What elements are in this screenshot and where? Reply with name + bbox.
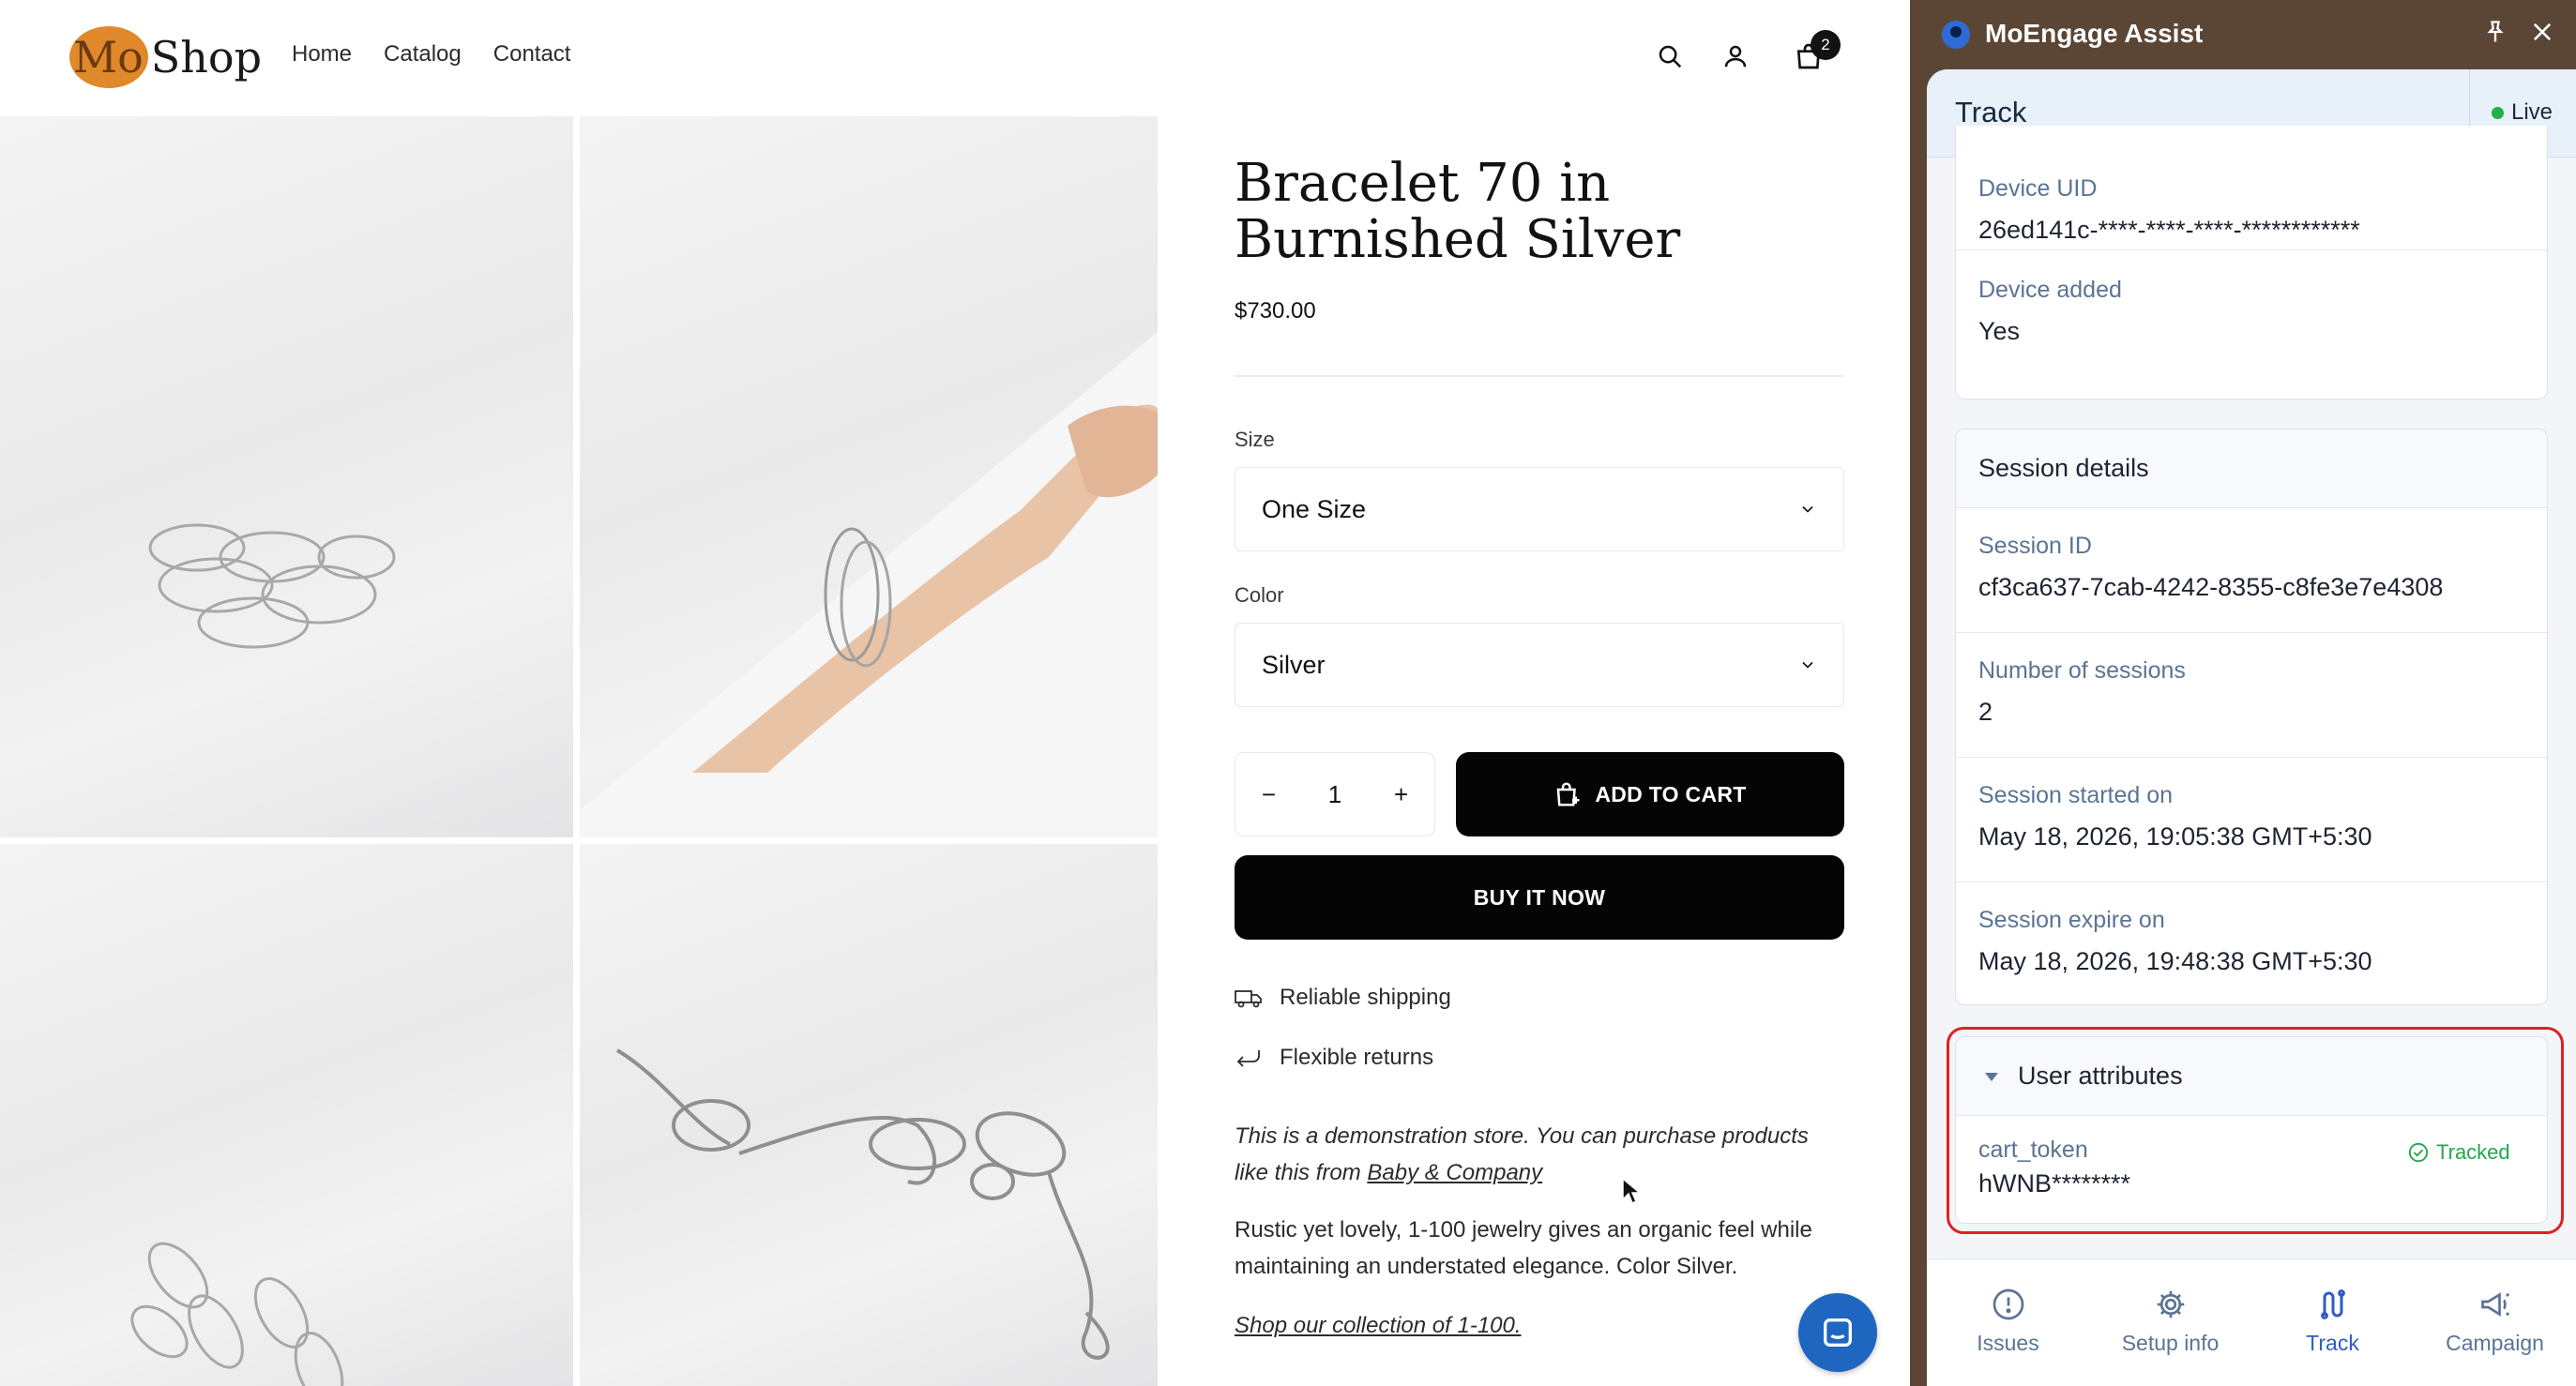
size-label: Size [1235, 428, 1275, 451]
device-uid-value: 26ed141c-****-****-****-************ [1978, 216, 2360, 244]
cart-count-badge: 2 [1811, 30, 1841, 60]
alert-circle-icon [1993, 1288, 2023, 1320]
device-added-value: Yes [1978, 317, 2021, 345]
gear-icon [2157, 1290, 2184, 1318]
close-icon[interactable] [2529, 19, 2555, 45]
quantity-stepper: − 1 + [1235, 752, 1435, 836]
divider [1235, 375, 1844, 377]
truck-icon [1235, 990, 1262, 1008]
nav-contact[interactable]: Contact [493, 41, 571, 68]
pin-icon[interactable] [2482, 19, 2508, 45]
product-title: Bracelet 70 in Burnished Silver [1235, 156, 1844, 268]
size-select[interactable]: One Size [1235, 467, 1844, 551]
demo-notice: This is a demonstration store. You can p… [1235, 1118, 1844, 1191]
cart-add-icon [1556, 782, 1580, 806]
mouse-cursor-icon [1622, 1177, 1642, 1205]
session-started-key: Session started on [1978, 782, 2174, 808]
session-id-row: Session ID cf3ca637-7cab-4242-8355-c8fe3… [1956, 508, 2547, 633]
main-nav: Home Catalog Contact [292, 41, 570, 68]
baby-company-link[interactable]: Baby & Company [1367, 1160, 1542, 1185]
session-id-value: cf3ca637-7cab-4242-8355-c8fe3e7e4308 [1978, 573, 2444, 601]
perk-shipping: Reliable shipping [1235, 985, 1844, 1011]
megaphone-icon [2480, 1292, 2509, 1317]
quantity-decrease-button[interactable]: − [1262, 780, 1276, 809]
product-price: $730.00 [1235, 298, 1316, 324]
live-label: Live [2511, 99, 2553, 125]
assist-tab-bar: Issues Setup info Track Campaign [1927, 1258, 2576, 1386]
buy-it-now-button[interactable]: BUY IT NOW [1235, 855, 1844, 940]
moengage-logo-icon [1942, 21, 1970, 49]
device-added-key: Device added [1978, 277, 2122, 303]
tab-track[interactable]: Track [2251, 1259, 2414, 1386]
size-value: One Size [1262, 494, 1367, 523]
logo-mo-text: Mo [73, 32, 144, 83]
product-image-1[interactable] [0, 116, 573, 837]
number-of-sessions-row: Number of sessions 2 [1956, 633, 2547, 758]
return-arrow-icon [1236, 1050, 1260, 1067]
device-uid-row: Device UID 26ed141c-****-****-****-*****… [1956, 126, 2547, 250]
add-to-cart-button[interactable]: ADD TO CART [1456, 752, 1844, 836]
store-header: Mo Shop Home Catalog Contact 2 [0, 0, 1910, 116]
session-id-key: Session ID [1978, 533, 2092, 559]
panel-header: MoEngage Assist [1910, 0, 2576, 68]
quantity-input[interactable]: 1 [1328, 780, 1341, 809]
nav-catalog[interactable]: Catalog [384, 41, 462, 68]
search-icon[interactable] [1651, 38, 1689, 75]
session-started-value: May 18, 2026, 19:05:38 GMT+5:30 [1978, 822, 2372, 851]
tab-track-label: Track [2306, 1331, 2359, 1355]
product-description: Rustic yet lovely, 1-100 jewelry gives a… [1235, 1217, 1812, 1279]
product-image-4[interactable] [580, 844, 1158, 1386]
tab-campaign[interactable]: Campaign [2414, 1259, 2576, 1386]
shop-page: Mo Shop Home Catalog Contact 2 Bracelet … [0, 0, 1910, 1386]
product-image-3[interactable] [0, 844, 573, 1386]
chat-icon [1824, 1318, 1852, 1347]
device-added-row: Device added Yes [1956, 250, 2547, 375]
tab-setup-info-label: Setup info [2121, 1331, 2220, 1355]
purchase-row: − 1 + ADD TO CART [1235, 752, 1844, 836]
chevron-down-icon [1802, 661, 1813, 669]
logo-shop-text: Shop [150, 32, 263, 83]
nav-home[interactable]: Home [292, 41, 352, 68]
session-details-heading: Session details [1956, 429, 2547, 508]
track-title: Track [1955, 96, 2027, 128]
store-logo[interactable]: Mo Shop [68, 24, 262, 90]
panel-title: MoEngage Assist [1985, 19, 2204, 48]
perk-returns: Flexible returns [1235, 1045, 1844, 1071]
tab-setup-info[interactable]: Setup info [2089, 1259, 2251, 1386]
perk-shipping-label: Reliable shipping [1280, 985, 1451, 1010]
device-details-card: Device UID 26ed141c-****-****-****-*****… [1955, 126, 2548, 399]
session-expire-key: Session expire on [1978, 907, 2165, 933]
track-icon [2320, 1289, 2345, 1319]
live-status: Live [2492, 99, 2553, 126]
add-to-cart-label: ADD TO CART [1595, 781, 1747, 806]
product-title-line-2: Burnished Silver [1235, 209, 1681, 270]
session-details-card: Session details Session ID cf3ca637-7cab… [1955, 429, 2548, 1005]
device-uid-key: Device UID [1978, 175, 2098, 202]
number-of-sessions-key: Number of sessions [1978, 657, 2186, 684]
quantity-increase-button[interactable]: + [1394, 780, 1408, 809]
tab-issues-label: Issues [1977, 1331, 2039, 1355]
color-select[interactable]: Silver [1235, 623, 1844, 707]
live-dot-icon [2492, 106, 2504, 119]
number-of-sessions-value: 2 [1978, 698, 1993, 726]
account-icon[interactable] [1717, 38, 1754, 75]
product-info: Bracelet 70 in Burnished Silver $730.00 … [1235, 116, 1844, 1344]
session-started-row: Session started on May 18, 2026, 19:05:3… [1956, 758, 2547, 882]
color-label: Color [1235, 583, 1284, 607]
product-title-line-1: Bracelet 70 in [1235, 153, 1611, 214]
chevron-down-icon [1802, 505, 1813, 513]
session-expire-value: May 18, 2026, 19:48:38 GMT+5:30 [1978, 947, 2372, 975]
chat-launcher-button[interactable] [1798, 1293, 1877, 1372]
product-image-2[interactable] [580, 116, 1158, 837]
tab-issues[interactable]: Issues [1927, 1259, 2089, 1386]
color-value: Silver [1262, 650, 1326, 679]
cart-icon[interactable]: 2 [1790, 30, 1841, 75]
user-attributes-highlight [1947, 1027, 2564, 1234]
tab-campaign-label: Campaign [2446, 1331, 2544, 1355]
collection-link[interactable]: Shop our collection of 1-100. [1235, 1307, 1844, 1344]
session-expire-row: Session expire on May 18, 2026, 19:48:38… [1956, 882, 2547, 1004]
product-gallery [0, 116, 1158, 1386]
perk-returns-label: Flexible returns [1280, 1045, 1434, 1070]
